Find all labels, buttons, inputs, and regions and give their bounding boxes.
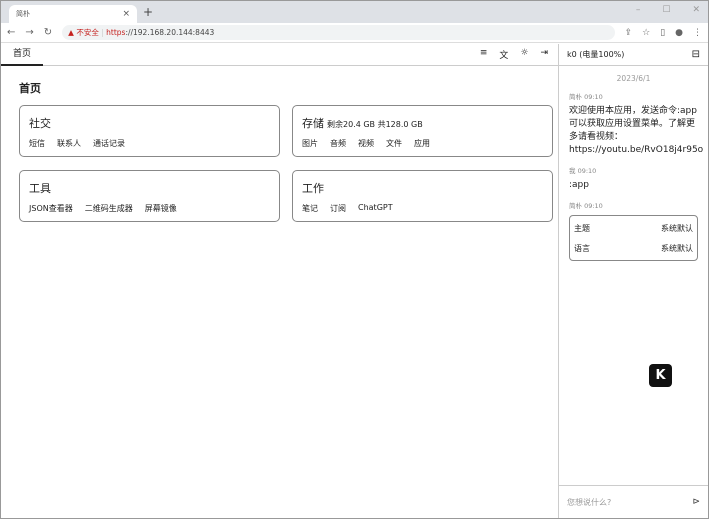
card-title-text: 工作 xyxy=(302,182,324,195)
url-input[interactable]: ▲ 不安全 | https://192.168.20.144:8443 xyxy=(62,25,615,40)
card-link[interactable]: 短信 xyxy=(29,138,45,149)
browser-tabbar: 简朴 × + – ☐ ✕ xyxy=(1,1,708,23)
card-link[interactable]: JSON查看器 xyxy=(29,203,73,214)
back-icon[interactable]: ← xyxy=(7,27,15,38)
sidepanel-icon[interactable]: ▯ xyxy=(660,28,665,38)
storage-info: 剩余20.4 GB 共128.0 GB xyxy=(327,120,423,129)
card-link[interactable]: ChatGPT xyxy=(358,203,393,214)
message-meta: 简朴 09:10 xyxy=(569,93,603,101)
setting-language[interactable]: 语言 系统默认 xyxy=(574,238,693,258)
collapse-icon[interactable]: ⊟ xyxy=(692,49,700,60)
setting-value: 系统默认 xyxy=(661,223,693,233)
address-bar: ← → ↻ ▲ 不安全 | https://192.168.20.144:8443 … xyxy=(1,23,708,43)
card-link[interactable]: 文件 xyxy=(386,138,402,149)
menu-icon[interactable]: ⋮ xyxy=(693,28,702,38)
maximize-icon[interactable]: ☐ xyxy=(662,5,670,15)
setting-value: 系统默认 xyxy=(661,243,693,253)
card-2: 工具 JSON查看器 二维码生成器 屏幕镜像 xyxy=(19,170,280,222)
logout-icon[interactable]: ⇥ xyxy=(540,48,548,61)
card-title[interactable]: 工具 xyxy=(29,180,270,196)
message-meta: 简朴 09:10 xyxy=(569,202,603,210)
tab-home[interactable]: 首页 xyxy=(1,44,44,66)
card-link[interactable]: 通话记录 xyxy=(93,138,125,149)
warning-icon: ▲ xyxy=(68,28,77,37)
card-title-text: 社交 xyxy=(29,117,51,130)
message-text: :app xyxy=(569,180,589,190)
chat-panel: k0 (电量100%) ⊟ 2023/6/1 简朴 09:10 欢迎使用本应用，发… xyxy=(559,44,708,518)
card-0: 社交短信 联系人 通话记录 xyxy=(19,105,280,157)
card-link[interactable]: 图片 xyxy=(302,138,318,149)
share-icon[interactable]: ⇪ xyxy=(625,28,633,38)
card-link[interactable]: 笔记 xyxy=(302,203,318,214)
setting-label: 主题 xyxy=(574,223,590,233)
reload-icon[interactable]: ↻ xyxy=(44,27,52,38)
page-title: 首页 xyxy=(19,82,41,95)
minimize-icon[interactable]: – xyxy=(636,5,641,15)
tab-title: 简朴 xyxy=(16,10,30,18)
card-link[interactable]: 屏幕镜像 xyxy=(145,203,177,214)
card-link[interactable]: 应用 xyxy=(414,138,430,149)
browser-tab[interactable]: 简朴 × xyxy=(9,5,137,23)
not-secure-label[interactable]: 不安全 xyxy=(76,27,99,38)
url-scheme: https xyxy=(106,28,126,37)
profile-icon[interactable]: ● xyxy=(675,28,683,38)
close-tab-icon[interactable]: × xyxy=(122,9,130,19)
card-link[interactable]: 订阅 xyxy=(330,203,346,214)
card-title-text: 工具 xyxy=(29,182,51,195)
url-host: ://192.168.20.144:8443 xyxy=(125,28,215,37)
chat-date: 2023/6/1 xyxy=(616,74,651,83)
new-tab-icon[interactable]: + xyxy=(143,5,153,19)
theme-icon[interactable]: ☼ xyxy=(520,48,528,61)
star-icon[interactable]: ☆ xyxy=(642,28,650,38)
device-title: k0 (电量100%) xyxy=(567,50,625,59)
card-1: 存储 剩余20.4 GB 共128.0 GB 图片 音频 视频 文件 应用 xyxy=(292,105,553,157)
card-title[interactable]: 存储 剩余20.4 GB 共128.0 GB xyxy=(302,115,543,131)
card-title[interactable]: 工作 xyxy=(302,180,543,196)
setting-theme[interactable]: 主题 系统默认 xyxy=(574,218,693,238)
card-link[interactable]: 音频 xyxy=(330,138,346,149)
send-icon[interactable]: ⊳ xyxy=(692,497,700,507)
card-link[interactable]: 视频 xyxy=(358,138,374,149)
message-text: 欢迎使用本应用，发送命令:app可以获取应用设置菜单。了解更多请看视频：http… xyxy=(569,106,704,155)
sort-icon[interactable]: ≡ xyxy=(480,48,488,61)
setting-label: 语言 xyxy=(574,243,590,253)
card-title-text: 存储 xyxy=(302,117,324,130)
card-title[interactable]: 社交 xyxy=(29,115,270,131)
card-3: 工作笔记 订阅 ChatGPT xyxy=(292,170,553,222)
card-link[interactable]: 二维码生成器 xyxy=(85,203,133,214)
settings-card: 主题 系统默认 语言 系统默认 xyxy=(569,215,698,261)
translate-icon[interactable]: 文 xyxy=(499,48,508,61)
chat-input[interactable]: 您想说什么? xyxy=(567,497,611,508)
main-panel: 首页 ≡ 文 ☼ ⇥ 首页 社交短信 联系人 通话记录 存储 剩余20.4 GB 共128.0… xyxy=(1,44,559,518)
forward-icon[interactable]: → xyxy=(25,27,33,38)
app-logo[interactable]: K xyxy=(649,364,672,387)
card-link[interactable]: 联系人 xyxy=(57,138,81,149)
close-window-icon[interactable]: ✕ xyxy=(692,5,700,15)
message-meta: 我 09:10 xyxy=(569,167,597,175)
